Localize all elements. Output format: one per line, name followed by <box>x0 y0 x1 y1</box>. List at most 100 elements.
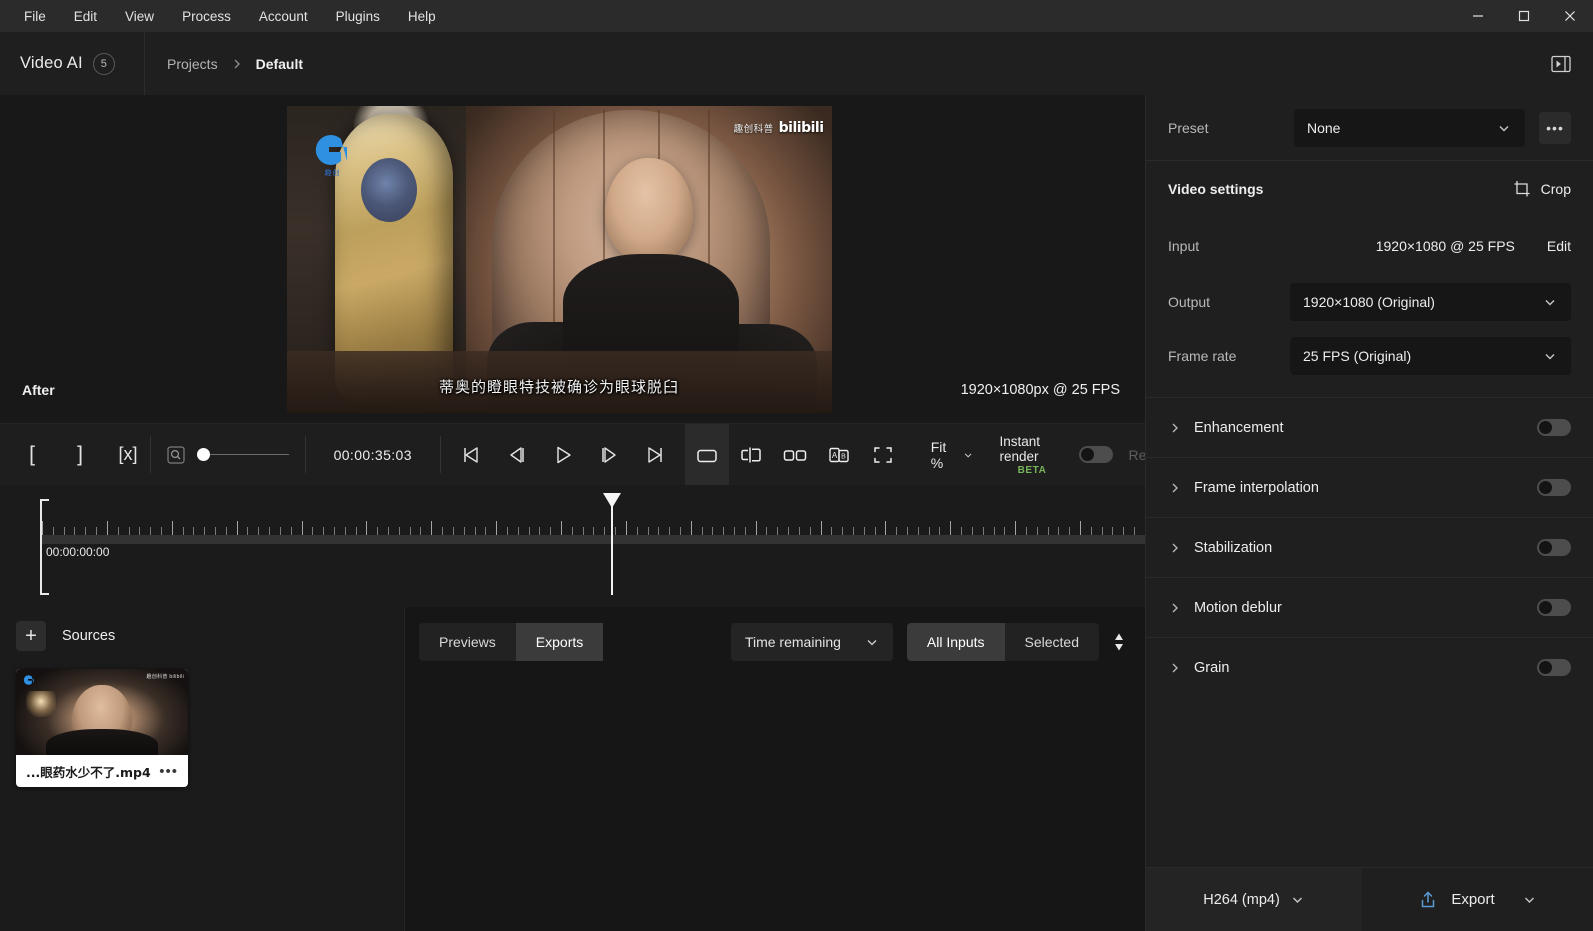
ruler-tick <box>1112 527 1114 535</box>
zoom-slider[interactable] <box>196 448 289 461</box>
clear-marks-button[interactable]: [x] <box>106 433 150 477</box>
output-select[interactable]: 1920×1080 (Original) <box>1290 283 1571 321</box>
ruler-tick <box>258 527 260 535</box>
side-by-side-icon[interactable] <box>773 424 817 486</box>
instant-render-toggle[interactable] <box>1078 446 1113 463</box>
ruler-tick <box>982 527 984 535</box>
ruler-tick <box>463 527 465 535</box>
ruler-tick <box>928 527 930 535</box>
ruler-tick <box>344 527 346 535</box>
step-back-icon[interactable] <box>495 433 539 477</box>
breadcrumb-projects[interactable]: Projects <box>167 56 218 72</box>
ruler-tick <box>171 521 173 535</box>
current-timecode[interactable]: 00:00:35:03 <box>306 447 440 463</box>
ruler-tick <box>193 527 195 535</box>
ruler-tick <box>690 521 692 535</box>
ruler-tick <box>312 527 314 535</box>
menu-file[interactable]: File <box>10 5 60 28</box>
ruler-tick <box>517 527 519 535</box>
codec-dropdown[interactable]: H264 (mp4) <box>1146 868 1362 931</box>
sort-dropdown-label: Time remaining <box>744 634 841 650</box>
toggle-motion-deblur[interactable] <box>1537 599 1571 616</box>
video-canvas[interactable]: 趣创 趣创科普 bilibili 蒂奥的瞪眼特技被确诊为眼球脱臼 <box>286 105 832 413</box>
toggle-enhancement[interactable] <box>1537 419 1571 436</box>
step-forward-icon[interactable] <box>587 433 631 477</box>
panel-toggle-icon[interactable] <box>1546 49 1576 79</box>
export-button[interactable]: Export <box>1362 868 1593 931</box>
toggle-stabilization[interactable] <box>1537 539 1571 556</box>
source-card[interactable]: 趣创科普 bilibili ...眼药水少不了.mp4 ••• <box>16 669 188 787</box>
ruler-tick <box>863 527 865 535</box>
single-view-icon[interactable] <box>684 423 729 486</box>
maximize-icon[interactable] <box>1501 0 1547 32</box>
frame-rate-label: Frame rate <box>1168 348 1237 364</box>
menu-process[interactable]: Process <box>168 5 245 28</box>
ruler-tick <box>204 527 205 535</box>
timeline-playhead[interactable] <box>605 493 619 595</box>
play-icon[interactable] <box>541 433 585 477</box>
toggle-grain[interactable] <box>1537 659 1571 676</box>
scene-head <box>604 157 693 262</box>
menu-edit[interactable]: Edit <box>60 5 111 28</box>
watermark-cn: 趣创科普 <box>733 123 774 135</box>
source-more-button[interactable]: ••• <box>159 764 178 779</box>
skip-to-end-icon[interactable] <box>633 433 677 477</box>
ruler-tick <box>139 527 141 535</box>
split-view-icon[interactable] <box>729 424 773 486</box>
menu-help[interactable]: Help <box>394 5 450 28</box>
section-grain[interactable]: Grain <box>1146 637 1593 697</box>
section-motion-deblur[interactable]: Motion deblur <box>1146 577 1593 637</box>
crop-button[interactable]: Crop <box>1513 180 1571 198</box>
ruler-tick <box>582 527 584 535</box>
tab-previews[interactable]: Previews <box>419 623 516 661</box>
zoom-fit-icon[interactable] <box>167 445 185 464</box>
output-label: Output <box>1168 294 1211 310</box>
crop-label: Crop <box>1540 181 1571 197</box>
menu-view[interactable]: View <box>111 5 168 28</box>
ruler-tick <box>442 527 443 535</box>
timeline-track[interactable] <box>42 535 1145 544</box>
source-thumbnail[interactable]: 趣创科普 bilibili <box>16 669 188 755</box>
ruler-tick <box>1036 527 1038 535</box>
tab-exports[interactable]: Exports <box>515 623 604 661</box>
frame-rate-row: Frame rate 25 FPS (Original) <box>1146 329 1593 383</box>
mark-in-button[interactable]: [ <box>10 433 54 477</box>
queue-toolbar: Previews Exports Time remaining All Inpu… <box>405 623 1145 661</box>
ruler-tick <box>1134 527 1135 535</box>
section-stabilization[interactable]: Stabilization <box>1146 517 1593 577</box>
close-icon[interactable] <box>1547 0 1593 32</box>
menu-bar: File Edit View Process Account Plugins H… <box>0 0 1593 32</box>
frame-rate-select[interactable]: 25 FPS (Original) <box>1290 337 1571 375</box>
video-preview-area: 趣创 趣创科普 bilibili 蒂奥的瞪眼特技被确诊为眼球脱臼 After 1… <box>0 95 1145 423</box>
ruler-tick <box>744 527 746 535</box>
fit-dropdown[interactable]: Fit % <box>905 424 992 485</box>
preset-select[interactable]: None <box>1294 108 1525 147</box>
toggle-frame-interpolation[interactable] <box>1537 479 1571 496</box>
skip-to-start-icon[interactable] <box>449 433 493 477</box>
filter-all-inputs[interactable]: All Inputs <box>906 623 1005 661</box>
input-edit-button[interactable]: Edit <box>1547 238 1571 254</box>
filter-selected[interactable]: Selected <box>1004 623 1099 661</box>
section-frame-interpolation[interactable]: Frame interpolation <box>1146 457 1593 517</box>
minimize-icon[interactable] <box>1455 0 1501 32</box>
sort-dropdown[interactable]: Time remaining <box>730 623 893 661</box>
preset-row: Preset None ••• <box>1146 95 1593 161</box>
render-truncated-label[interactable]: Ren <box>1113 447 1146 463</box>
menu-plugins[interactable]: Plugins <box>322 5 394 28</box>
section-enhancement[interactable]: Enhancement <box>1146 397 1593 457</box>
mark-out-button[interactable]: ] <box>58 433 102 477</box>
a-b-compare-icon[interactable]: A B <box>817 424 861 486</box>
ruler-tick <box>798 527 800 535</box>
menu-account[interactable]: Account <box>245 5 322 28</box>
preview-resolution-label: 1920×1080px @ 25 FPS <box>960 382 1120 398</box>
add-source-button[interactable]: + <box>16 621 46 651</box>
ruler-tick <box>1123 527 1125 535</box>
sort-arrows-icon[interactable] <box>1113 633 1129 651</box>
fit-label: Fit % <box>930 438 947 471</box>
preset-more-button[interactable]: ••• <box>1539 111 1571 144</box>
video-settings-row: Video settings Crop <box>1146 161 1593 217</box>
fullscreen-icon[interactable] <box>861 424 905 486</box>
timeline[interactable]: 00:00:00:00 <box>0 485 1145 607</box>
zoom-slider-handle[interactable] <box>196 448 210 461</box>
breadcrumb-default[interactable]: Default <box>256 56 303 72</box>
